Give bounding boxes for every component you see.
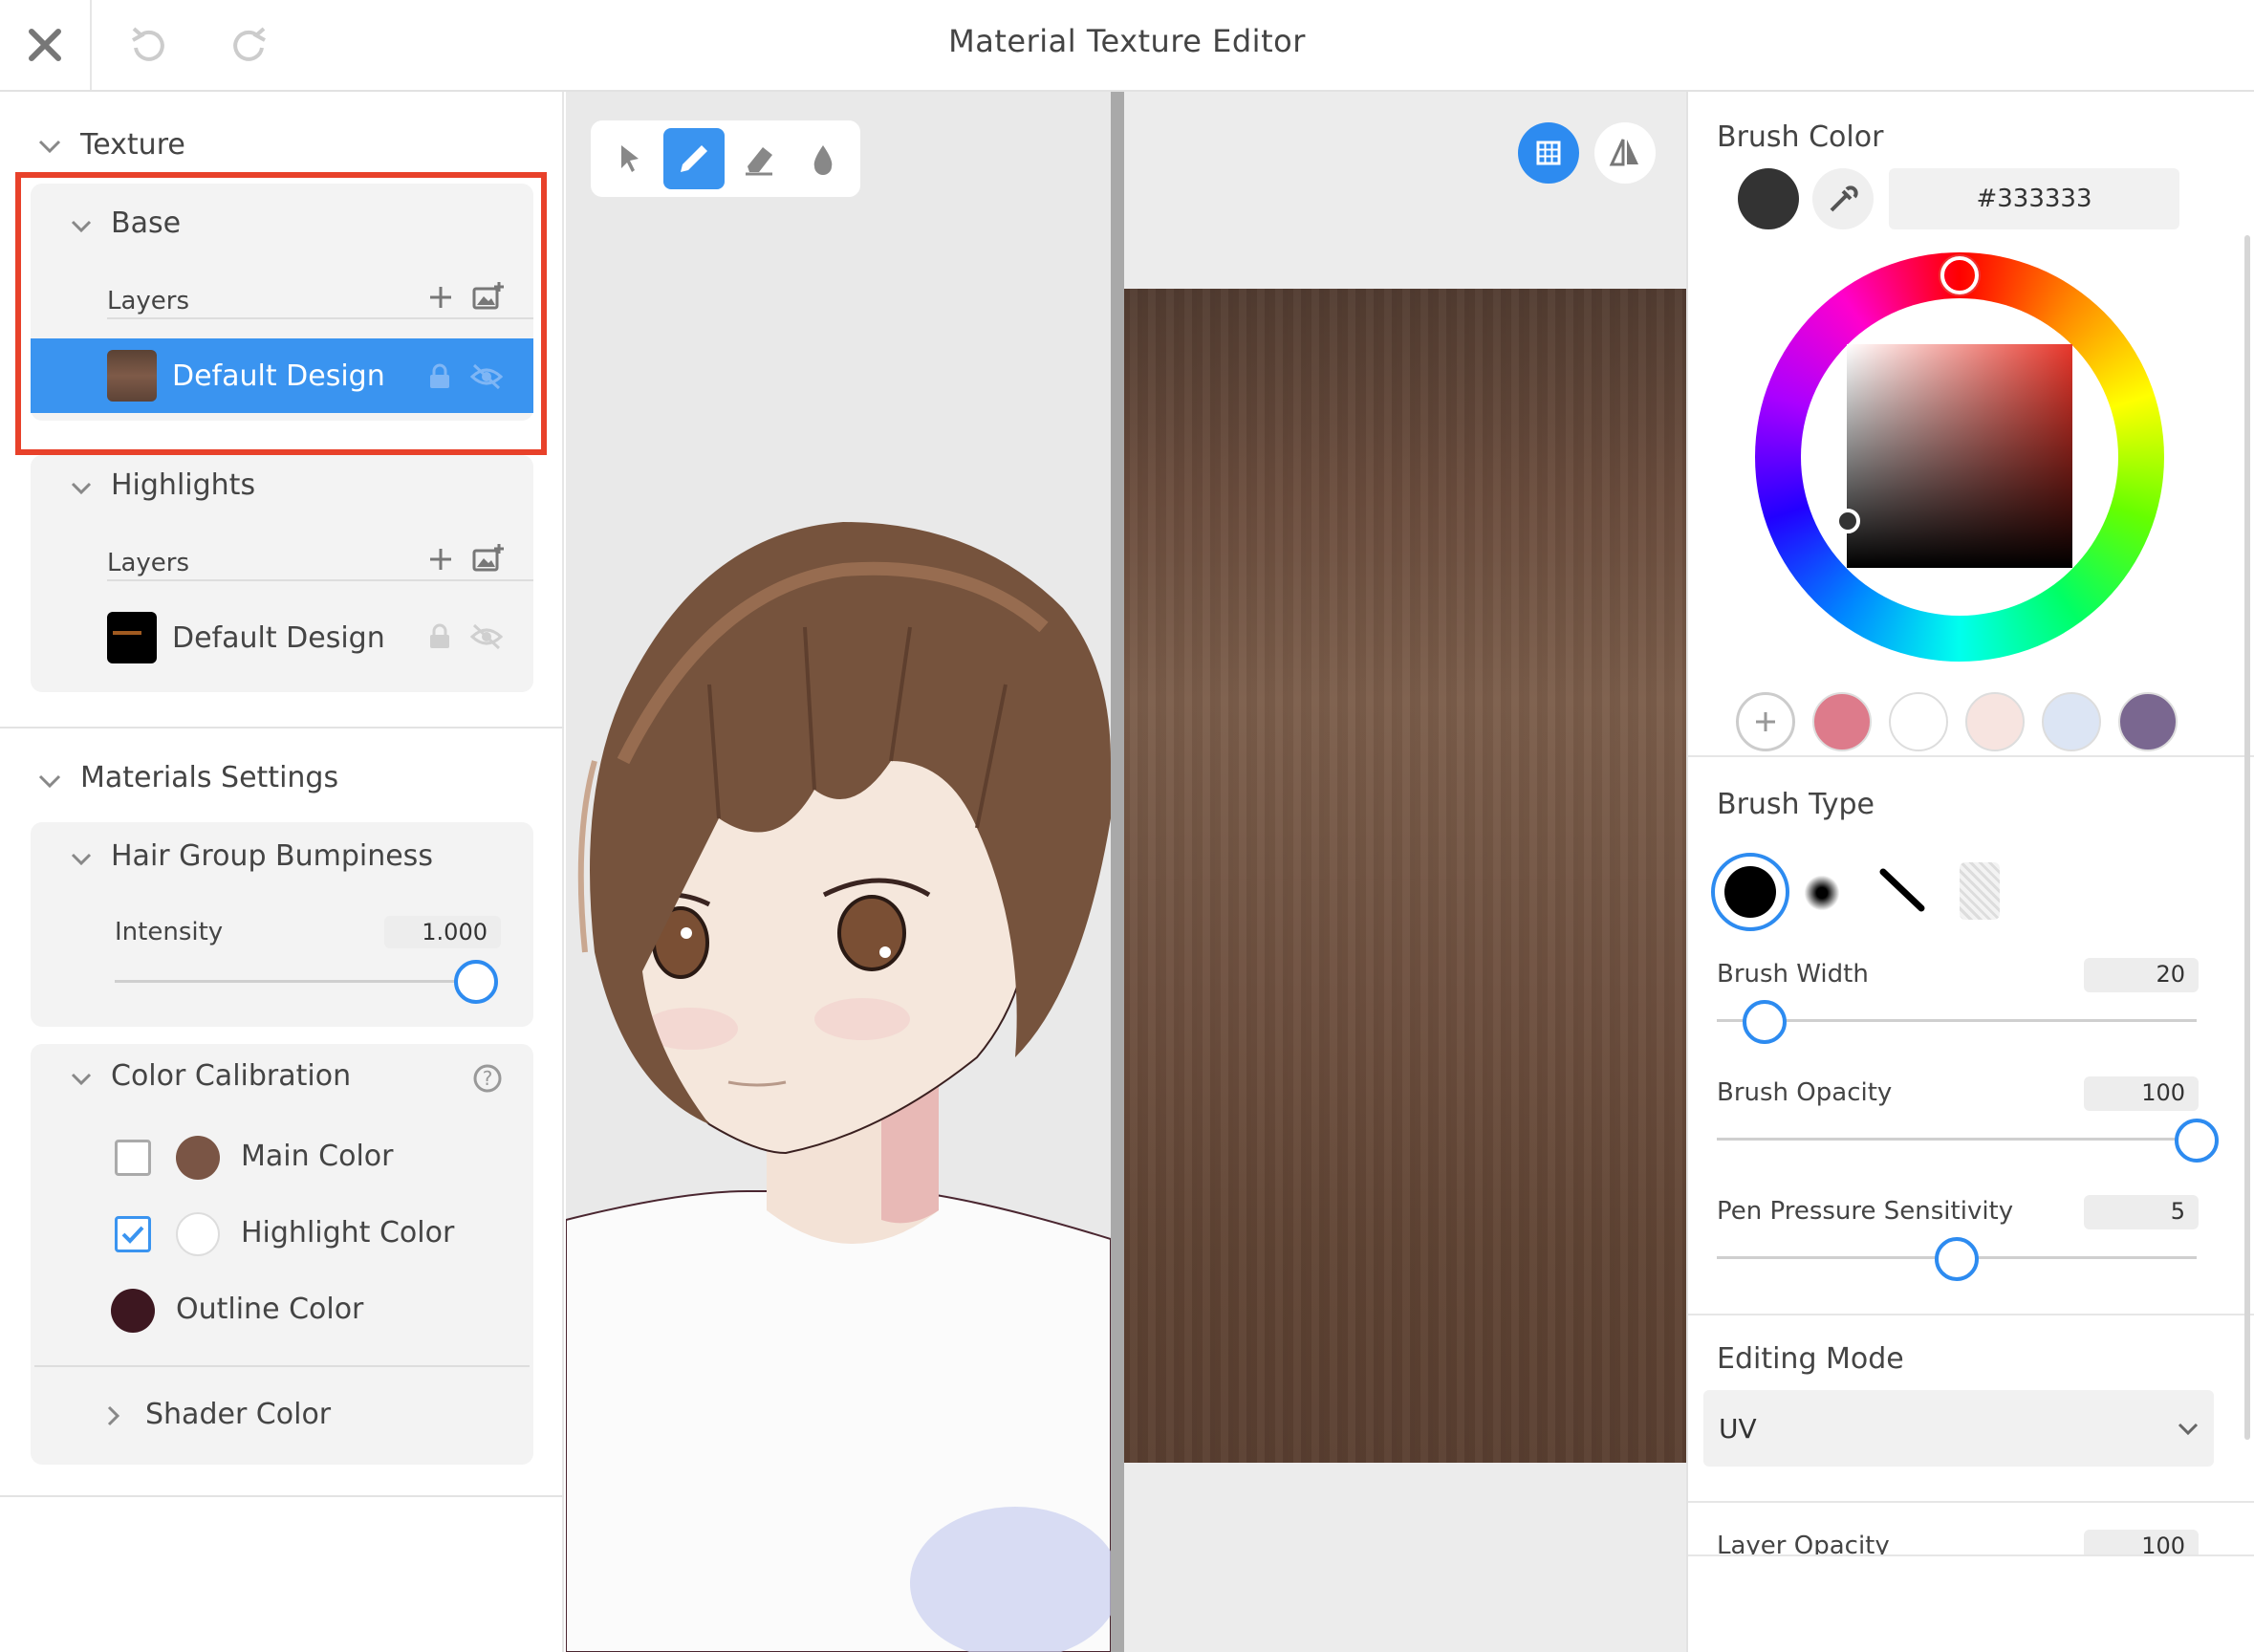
bumpiness-title[interactable]: Hair Group Bumpiness [111, 839, 433, 873]
intensity-value[interactable]: 1.000 [384, 916, 501, 948]
brush-opacity-label: Brush Opacity [1717, 1078, 1893, 1107]
brush-color-heading: Brush Color [1717, 120, 1884, 154]
grid-toggle-button[interactable] [1518, 122, 1579, 184]
brush-width-track[interactable] [1717, 1019, 2197, 1022]
shader-color-label[interactable]: Shader Color [145, 1398, 331, 1431]
uv-texture-canvas[interactable] [1124, 289, 1686, 1463]
layer-thumbnail [107, 612, 157, 663]
editing-mode-heading: Editing Mode [1717, 1342, 1904, 1376]
visibility-off-icon[interactable] [470, 623, 503, 650]
color-handle[interactable] [1835, 509, 1860, 533]
select-arrow-icon[interactable] [616, 141, 646, 176]
layer-opacity-row: Layer Opacity 100 [1688, 1526, 2254, 1554]
main-color-swatch[interactable] [176, 1136, 220, 1180]
palette-swatch[interactable] [1965, 692, 2025, 751]
brush-soft-round[interactable] [1803, 874, 1841, 912]
highlight-frame [15, 172, 547, 455]
texture-heading[interactable]: Texture [80, 128, 185, 162]
highlights-layer-name: Default Design [172, 621, 385, 655]
svg-text:?: ? [483, 1067, 493, 1090]
lock-icon[interactable] [428, 623, 451, 650]
intensity-slider-handle[interactable] [454, 960, 498, 1004]
outline-color-swatch[interactable] [111, 1289, 155, 1333]
palette-swatch[interactable] [1812, 692, 1872, 751]
window-title: Material Texture Editor [948, 23, 1306, 59]
fill-drop-icon[interactable] [807, 140, 839, 178]
add-image-layer-icon[interactable] [472, 543, 505, 574]
highlight-color-checkbox[interactable] [115, 1216, 151, 1252]
outline-color-label: Outline Color [176, 1293, 364, 1326]
layer-opacity-value[interactable]: 100 [2084, 1530, 2199, 1554]
plus-icon [1756, 712, 1775, 731]
hue-handle[interactable] [1940, 256, 1979, 294]
chevron-down-icon[interactable] [71, 482, 92, 495]
brush-width-handle[interactable] [1743, 1000, 1788, 1044]
palette-swatch[interactable] [1889, 692, 1948, 751]
chevron-right-icon[interactable] [107, 1405, 120, 1426]
highlights-layers-label: Layers [107, 549, 190, 577]
eyedropper-icon [1830, 185, 1858, 212]
chevron-down-icon[interactable] [38, 774, 61, 790]
brush-line[interactable] [1875, 862, 1929, 916]
chevron-down-icon [2178, 1423, 2199, 1436]
brush-width-value[interactable]: 20 [2084, 958, 2199, 992]
hex-color-input[interactable]: #333333 [1889, 168, 2179, 229]
mirror-icon [1609, 139, 1638, 166]
brush-opacity-track[interactable] [1717, 1138, 2197, 1141]
add-layer-icon[interactable] [428, 547, 453, 572]
model-viewport[interactable] [566, 92, 1111, 1652]
chevron-down-icon[interactable] [38, 140, 61, 155]
intensity-label: Intensity [115, 918, 224, 946]
pencil-icon [681, 145, 707, 172]
eyedropper-button[interactable] [1812, 168, 1874, 229]
eraser-icon[interactable] [740, 140, 778, 178]
brush-opacity-value[interactable]: 100 [2084, 1076, 2199, 1111]
title-bar: Material Texture Editor [0, 0, 2254, 92]
pencil-tool-button[interactable] [663, 128, 725, 189]
pen-pressure-handle[interactable] [1935, 1237, 1979, 1281]
palette-swatch[interactable] [2118, 692, 2178, 751]
color-calibration-title[interactable]: Color Calibration [111, 1059, 351, 1093]
left-panel: Texture Base Layers Default Design Highl… [0, 92, 564, 1652]
pen-pressure-label: Pen Pressure Sensitivity [1717, 1197, 2014, 1226]
add-swatch-button[interactable] [1736, 692, 1795, 751]
pen-pressure-value[interactable]: 5 [2084, 1195, 2199, 1229]
right-panel: Brush Color #333333 Brush Type Brush Wid… [1686, 92, 2254, 1652]
brush-width-label: Brush Width [1717, 960, 1869, 989]
saturation-value-square[interactable] [1847, 344, 2072, 568]
main-color-checkbox[interactable] [115, 1140, 151, 1176]
current-color-swatch[interactable] [1738, 168, 1799, 229]
palette-swatch[interactable] [2042, 692, 2101, 751]
layer-opacity-label: Layer Opacity [1717, 1532, 1890, 1554]
intensity-slider-track[interactable] [115, 980, 476, 983]
character-preview[interactable] [566, 92, 1111, 1652]
main-color-label: Main Color [241, 1140, 394, 1173]
uv-texture-pane[interactable] [1124, 92, 1686, 1652]
highlight-color-label: Highlight Color [241, 1216, 455, 1250]
mirror-toggle-button[interactable] [1594, 122, 1656, 184]
chevron-down-icon[interactable] [71, 853, 92, 866]
highlight-color-swatch[interactable] [176, 1212, 220, 1256]
checkmark-icon [121, 1226, 144, 1244]
brush-texture[interactable] [1960, 862, 2000, 920]
chevron-down-icon[interactable] [71, 1073, 92, 1086]
brush-type-heading: Brush Type [1717, 788, 1875, 821]
materials-settings-heading[interactable]: Materials Settings [80, 761, 338, 794]
brush-opacity-handle[interactable] [2175, 1119, 2219, 1163]
grid-icon [1536, 141, 1561, 165]
help-icon[interactable]: ? [472, 1063, 503, 1094]
pane-divider[interactable] [1111, 92, 1124, 1652]
editing-mode-value: UV [1719, 1413, 1757, 1445]
editing-mode-select[interactable]: UV [1703, 1390, 2214, 1467]
right-panel-scrollbar[interactable] [2244, 235, 2250, 1440]
brush-hard-round[interactable] [1711, 853, 1789, 931]
highlights-group-title[interactable]: Highlights [111, 468, 255, 502]
